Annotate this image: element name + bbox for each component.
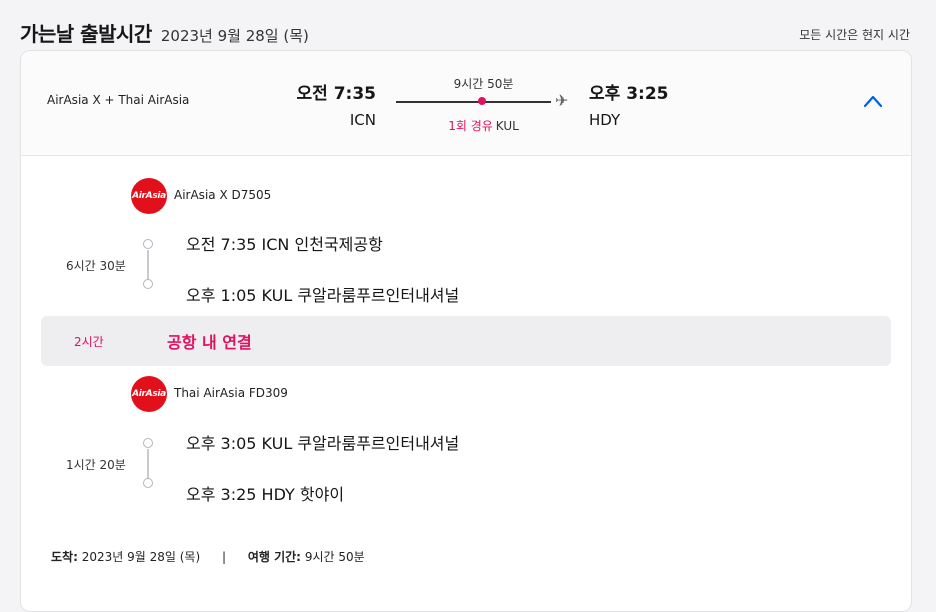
trip-duration: 9시간 50분 (304, 550, 365, 564)
page-header: 가는날 출발시간 2023년 9월 28일 (목) 모든 시간은 현지 시간 (20, 18, 910, 48)
arrival-date: 2023년 9월 28일 (목) (81, 550, 201, 564)
trip-footer: 도착: 2023년 9월 28일 (목) | 여행 기간: 9시간 50분 (51, 548, 365, 565)
airasia-logo: AirAsia (131, 376, 167, 412)
segment-airline: Thai AirAsia FD309 (174, 386, 288, 400)
segment-duration: 6시간 30분 (66, 259, 126, 273)
flight-summary[interactable]: AirAsia X + Thai AirAsia 오전 7:35 ICN 9시간… (21, 51, 911, 156)
itinerary-card: AirAsia X + Thai AirAsia 오전 7:35 ICN 9시간… (20, 50, 912, 612)
segment-departure: 오후 3:05 KUL 쿠알라룸푸르인터내셔널 (186, 434, 460, 453)
trip-duration-label: 여행 기간: (247, 550, 301, 564)
departure-airport-code: ICN (349, 111, 376, 129)
chevron-up-icon[interactable] (863, 93, 883, 109)
segment-arrival: 오후 1:05 KUL 쿠알라룸푸르인터내셔널 (186, 286, 460, 305)
local-time-note: 모든 시간은 현지 시간 (799, 28, 910, 42)
departure-time: 오전 7:35 (296, 84, 376, 104)
stop-dot (478, 97, 486, 105)
arrival-label: 도착: (51, 550, 78, 564)
arrival-airport-code: HDY (589, 111, 621, 129)
footer-separator: | (221, 550, 227, 564)
segment-airline: AirAsia X D7505 (174, 188, 272, 202)
page-title: 가는날 출발시간 (20, 22, 152, 46)
segment-departure: 오전 7:35 ICN 인천국제공항 (186, 235, 383, 254)
timeline-departure-node (143, 438, 153, 448)
layover-text: 공항 내 연결 (167, 333, 252, 352)
plane-icon: ✈ (555, 91, 569, 110)
stop-airport-code: KUL (495, 119, 519, 133)
timeline-line (147, 449, 149, 479)
stops-count: 1회 경유 (448, 119, 493, 133)
arrival-time: 오후 3:25 (589, 84, 669, 104)
segment-duration: 1시간 20분 (66, 458, 126, 472)
stops-info: 1회 경유 KUL (396, 117, 571, 134)
airlines-label: AirAsia X + Thai AirAsia (47, 93, 190, 107)
timeline-departure-node (143, 239, 153, 249)
timeline-arrival-node (143, 279, 153, 289)
departure-date: 2023년 9월 28일 (목) (160, 27, 309, 45)
airasia-logo: AirAsia (131, 178, 167, 214)
total-duration: 9시간 50분 (453, 77, 514, 91)
segment-arrival: 오후 3:25 HDY 핫야이 (186, 485, 345, 504)
timeline-arrival-node (143, 478, 153, 488)
timeline-line (147, 250, 149, 280)
layover-banner: 2시간 공항 내 연결 (41, 316, 891, 366)
layover-duration: 2시간 (74, 335, 104, 349)
route-line (396, 101, 551, 103)
